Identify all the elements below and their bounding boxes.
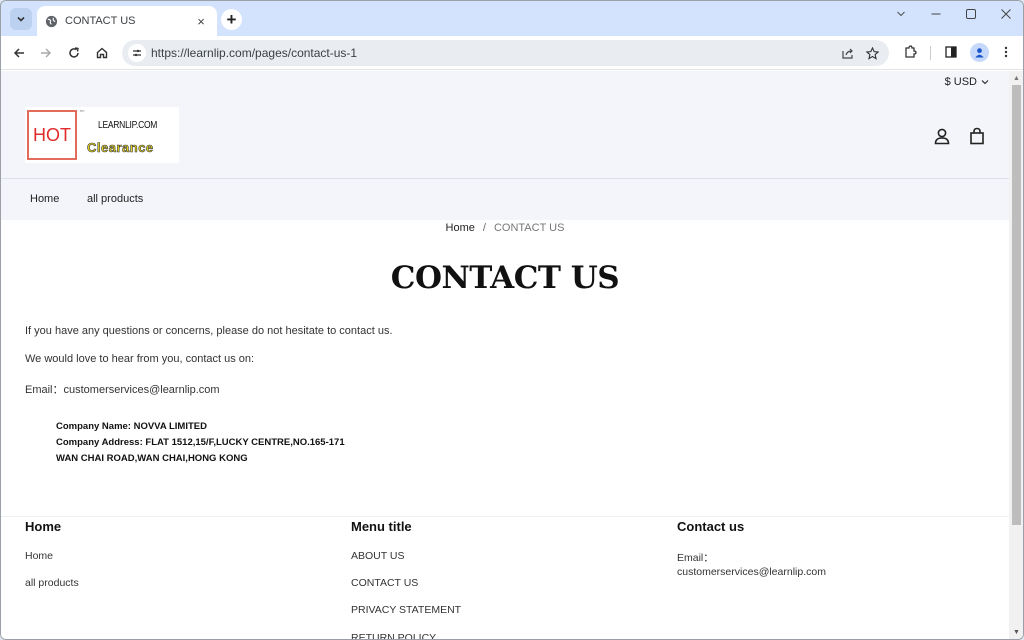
url-text[interactable]: https://learnlip.com/pages/contact-us-1 [151,46,357,60]
footer-divider [1,516,1009,517]
footer-heading-contact: Contact us [677,519,745,534]
tab-strip: CONTACT US × + [1,1,1023,36]
intro-text: If you have any questions or concerns, p… [25,325,393,337]
profile-button[interactable] [970,43,989,62]
chevron-down-icon [897,11,905,17]
currency-label: $ USD [944,76,977,88]
maximize-button[interactable] [956,5,986,23]
logo-tagline: Clearance [87,140,154,156]
share-icon [842,48,853,59]
logo-hot-badge: HOT [27,110,77,160]
cart-button[interactable] [968,127,988,147]
star-icon [865,46,879,60]
logo-site-name: LEARNLIP.COM [98,120,158,131]
extensions-button[interactable] [900,42,920,62]
browser-window: CONTACT US × + https://learnlip.com/page… [0,0,1024,640]
scroll-up-arrow-icon[interactable]: ▲ [1009,71,1023,85]
breadcrumb-current: CONTACT US [493,222,565,234]
shopping-bag-icon [970,127,984,145]
side-panel-icon [945,46,957,58]
page-title: CONTACT US [390,260,620,296]
reload-icon [69,47,79,58]
home-button[interactable] [91,42,113,64]
nav-all-products[interactable]: all products [87,193,143,205]
browser-menu-button[interactable] [996,42,1016,62]
company-address-line-1: Company Address: FLAT 1512,15/F,LUCKY CE… [56,437,345,448]
footer-heading-home: Home [25,519,62,534]
minimize-button[interactable] [921,5,951,23]
bookmark-button[interactable] [863,45,881,61]
arrow-left-icon [13,48,24,58]
footer-link-home[interactable]: Home [25,550,53,562]
scroll-down-arrow-icon[interactable]: ▼ [1009,625,1023,639]
breadcrumb-separator: / [482,222,486,234]
close-window-button[interactable] [991,5,1021,23]
site-logo[interactable]: HOT tm LEARNLIP.COM Clearance [25,107,179,163]
side-panel-button[interactable] [941,42,961,62]
email-text: Email：customerservices@learnlip.com [25,384,220,396]
tab-list-dropdown[interactable] [886,5,916,23]
footer-link-privacy-statement[interactable]: PRIVACY STATEMENT [351,604,461,616]
nav-home[interactable]: Home [30,193,59,205]
contact-prompt-text: We would love to hear from you, contact … [25,353,255,365]
close-icon [1001,9,1011,19]
share-button[interactable] [839,45,857,61]
web-page: $ USD HOT tm LEARNLIP.COM Clearance Home… [1,71,1009,639]
page-scrollbar[interactable]: ▲ ▼ [1009,71,1023,639]
user-icon [934,128,950,145]
scroll-thumb[interactable] [1012,85,1021,525]
forward-button[interactable] [35,42,57,64]
chevron-down-icon [17,16,25,22]
tune-icon [133,49,141,57]
company-address-line-2: WAN CHAI ROAD,WAN CHAI,HONG KONG [56,453,248,464]
breadcrumb-home[interactable]: Home [446,222,475,234]
tab-contact-us[interactable]: CONTACT US × [37,6,217,36]
tab-search-button[interactable] [10,8,32,30]
footer-link-all-products[interactable]: all products [25,577,79,589]
back-button[interactable] [8,42,30,64]
reload-button[interactable] [63,42,85,64]
footer-link-return-policy[interactable]: RETURN POLICY [351,632,436,639]
logo-trademark: tm [80,108,85,113]
close-tab-icon[interactable]: × [193,14,209,29]
company-name: Company Name: NOVVA LIMITED [56,421,207,432]
site-header: $ USD HOT tm LEARNLIP.COM Clearance Home… [1,71,1009,220]
profile-icon [975,48,984,58]
footer-email-label: Email： [677,552,714,564]
footer-link-about-us[interactable]: ABOUT US [351,550,404,562]
maximize-icon [966,9,976,19]
new-tab-button[interactable]: + [221,9,242,30]
site-settings-icon[interactable] [128,44,146,62]
tab-title: CONTACT US [65,15,136,27]
puzzle-icon [905,45,917,58]
header-divider [1,178,1009,179]
footer-email-address[interactable]: customerservices@learnlip.com [677,566,826,578]
home-icon [96,47,108,59]
account-button[interactable] [933,127,953,147]
toolbar-divider [930,46,931,60]
footer-link-contact-us[interactable]: CONTACT US [351,577,418,589]
minimize-icon [931,13,941,15]
footer-heading-menu: Menu title [351,519,412,534]
chevron-down-icon [981,80,989,85]
breadcrumb: Home / CONTACT US [1,222,1009,234]
arrow-right-icon [41,48,52,58]
currency-selector[interactable]: $ USD [945,76,989,88]
browser-toolbar: https://learnlip.com/pages/contact-us-1 [1,36,1023,70]
globe-icon [45,15,58,27]
address-bar[interactable]: https://learnlip.com/pages/contact-us-1 [122,40,889,66]
more-vert-icon [1004,46,1008,58]
